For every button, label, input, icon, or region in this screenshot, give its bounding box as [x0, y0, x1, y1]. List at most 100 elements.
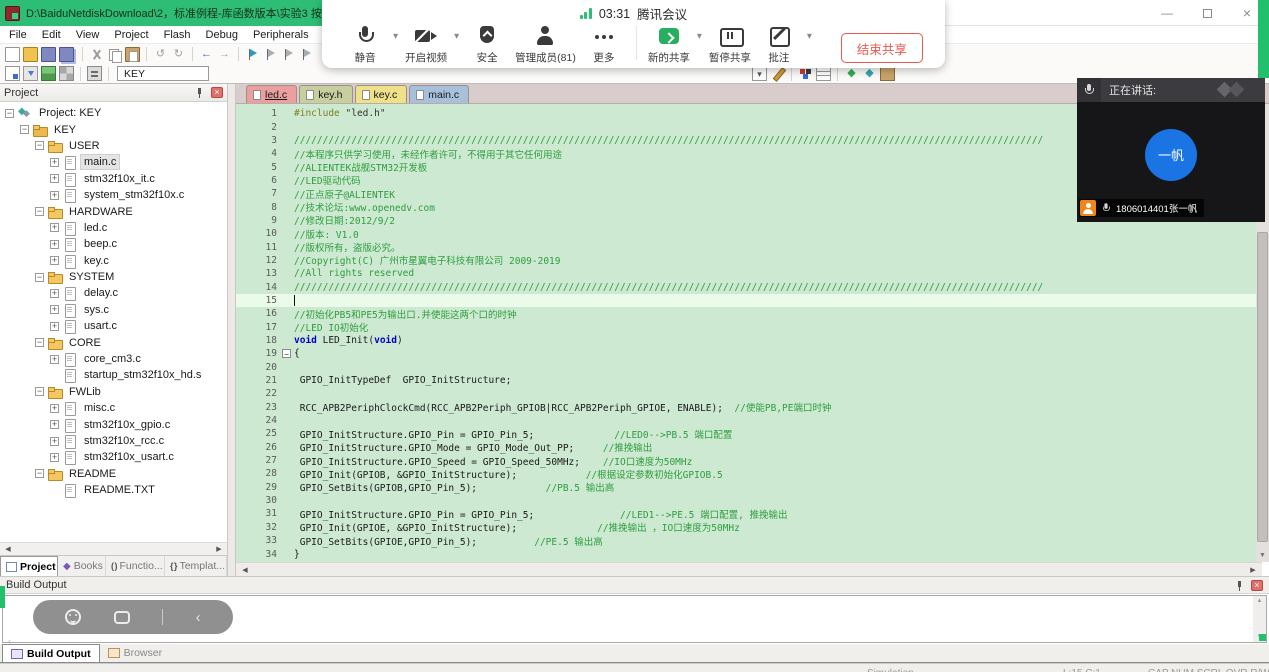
expander-icon[interactable]: − — [35, 469, 44, 478]
paste-icon[interactable] — [125, 47, 140, 62]
tree-item-stm32f10x_usart.c[interactable]: +stm32f10x_usart.c — [0, 449, 227, 465]
dropdown-caret-icon[interactable]: ▾ — [697, 31, 702, 42]
panel-close-icon[interactable]: × — [211, 87, 223, 98]
menu-item-flash[interactable]: Flash — [164, 29, 191, 41]
meeting-button-members[interactable]: 管理成员(81) — [515, 24, 576, 65]
flag-icon[interactable] — [263, 47, 278, 62]
tree-item-stm32f10x_gpio.c[interactable]: +stm32f10x_gpio.c — [0, 416, 227, 432]
scroll-down-icon[interactable]: ▼ — [1256, 549, 1269, 562]
copy-icon[interactable] — [107, 47, 122, 62]
caret-box-icon[interactable] — [752, 66, 767, 81]
tree-item-readme.txt[interactable]: README.TXT — [0, 482, 227, 498]
panel-tab-books[interactable]: Books — [58, 556, 106, 576]
editor-tab-main.c[interactable]: main.c — [409, 85, 469, 103]
expander-icon[interactable]: − — [35, 207, 44, 216]
dropdown-caret-icon[interactable]: ▾ — [454, 31, 459, 42]
meeting-video-panel[interactable]: 正在讲话: 一帆 1806014401张一帆 — [1077, 78, 1265, 222]
expander-icon[interactable]: + — [50, 191, 59, 200]
batch-build-icon[interactable] — [59, 66, 74, 81]
scroll-left-icon[interactable]: ◀ — [239, 566, 251, 574]
chat-icon[interactable] — [114, 611, 130, 624]
manage-icon[interactable] — [798, 66, 813, 81]
tree-item-key.c[interactable]: +key.c — [0, 253, 227, 269]
menu-item-file[interactable]: File — [9, 29, 27, 41]
panel-tab-project[interactable]: Project — [0, 556, 58, 576]
expander-icon[interactable]: + — [50, 305, 59, 314]
pin-icon[interactable] — [194, 87, 205, 98]
expander-icon[interactable]: + — [50, 256, 59, 265]
diamond-green-icon[interactable] — [844, 66, 859, 81]
tree-item-led.c[interactable]: +led.c — [0, 220, 227, 236]
back-icon[interactable] — [199, 47, 214, 62]
tree-item-hardware[interactable]: −HARDWARE — [0, 203, 227, 219]
meeting-button-more[interactable]: 更多 — [583, 24, 625, 65]
emoji-icon[interactable] — [65, 609, 81, 625]
menu-item-project[interactable]: Project — [114, 29, 148, 41]
expander-icon[interactable]: + — [50, 404, 59, 413]
tree-item-misc.c[interactable]: +misc.c — [0, 400, 227, 416]
editor-tab-key.h[interactable]: key.h — [299, 85, 352, 103]
expander-icon[interactable]: + — [50, 453, 59, 462]
tree-item-startup_stm32f10x_hd.s[interactable]: startup_stm32f10x_hd.s — [0, 367, 227, 383]
tree-item-main.c[interactable]: +main.c — [0, 154, 227, 170]
open-icon[interactable] — [23, 47, 38, 62]
meeting-button-shield[interactable]: 安全 — [466, 24, 508, 65]
collapse-icon[interactable]: ‹ — [196, 610, 201, 625]
scroll-up-icon[interactable]: ▲ — [1253, 596, 1266, 606]
output-tab-browser[interactable]: Browser — [100, 644, 171, 662]
scroll-left-icon[interactable]: ◀ — [2, 545, 14, 553]
tree-item-project: key[interactable]: −Project: KEY — [0, 105, 227, 121]
expander-icon[interactable]: + — [50, 355, 59, 364]
expander-icon[interactable]: − — [35, 338, 44, 347]
minimize-button[interactable]: — — [1152, 0, 1182, 26]
menu-item-debug[interactable]: Debug — [206, 29, 238, 41]
scroll-right-icon[interactable]: ▶ — [1247, 566, 1259, 574]
dropdown-caret-icon[interactable]: ▾ — [807, 31, 812, 42]
project-hscrollbar[interactable]: ◀ ▶ — [0, 542, 227, 555]
meeting-button-share-new[interactable]: 新的共享 — [648, 24, 690, 65]
tree-item-stm32f10x_rcc.c[interactable]: +stm32f10x_rcc.c — [0, 433, 227, 449]
panel-splitter[interactable] — [228, 84, 236, 576]
tree-item-beep.c[interactable]: +beep.c — [0, 236, 227, 252]
expander-icon[interactable]: + — [50, 158, 59, 167]
editor-tab-key.c[interactable]: key.c — [355, 85, 408, 103]
flag-icon[interactable] — [299, 47, 314, 62]
panel-tab-templates[interactable]: Templat... — [165, 556, 227, 576]
wand-icon[interactable] — [770, 66, 785, 81]
tree-item-user[interactable]: −USER — [0, 138, 227, 154]
output-tab-build[interactable]: Build Output — [2, 644, 100, 662]
expander-icon[interactable]: − — [35, 273, 44, 282]
build-icon[interactable] — [23, 66, 38, 81]
cut-icon[interactable] — [89, 47, 104, 62]
meeting-reaction-pill[interactable]: ‹ — [33, 600, 233, 634]
new-icon[interactable] — [5, 47, 20, 62]
tree-item-usart.c[interactable]: +usart.c — [0, 318, 227, 334]
tree-item-core[interactable]: −CORE — [0, 334, 227, 350]
translate-icon[interactable] — [5, 66, 20, 81]
expander-icon[interactable]: + — [50, 240, 59, 249]
meeting-button-mic[interactable]: 静音 — [344, 24, 386, 65]
meeting-button-camera-off[interactable]: 开启视频 — [405, 24, 447, 65]
expander-icon[interactable]: + — [50, 223, 59, 232]
menu-item-edit[interactable]: Edit — [42, 29, 61, 41]
pack-icon[interactable] — [880, 66, 895, 81]
pin-icon[interactable] — [1234, 580, 1245, 591]
tree-item-core_cm3.c[interactable]: +core_cm3.c — [0, 351, 227, 367]
expander-icon[interactable]: + — [50, 289, 59, 298]
expander-icon[interactable]: + — [50, 174, 59, 183]
forward-icon[interactable] — [217, 47, 232, 62]
tree-item-stm32f10x_it.c[interactable]: +stm32f10x_it.c — [0, 171, 227, 187]
vscroll-thumb[interactable] — [1257, 232, 1268, 542]
tree-item-fwlib[interactable]: −FWLib — [0, 384, 227, 400]
tree-item-system[interactable]: −SYSTEM — [0, 269, 227, 285]
save-icon[interactable] — [41, 47, 56, 62]
tree-item-delay.c[interactable]: +delay.c — [0, 285, 227, 301]
tree-item-readme[interactable]: −README — [0, 466, 227, 482]
panel-close-icon[interactable]: × — [1251, 580, 1263, 591]
expander-icon[interactable]: − — [35, 387, 44, 396]
tree-item-key[interactable]: −KEY — [0, 121, 227, 137]
save-all-icon[interactable] — [59, 47, 74, 62]
expander-icon[interactable]: − — [5, 109, 14, 118]
menu-item-peripherals[interactable]: Peripherals — [253, 29, 309, 41]
expander-icon[interactable]: + — [50, 322, 59, 331]
